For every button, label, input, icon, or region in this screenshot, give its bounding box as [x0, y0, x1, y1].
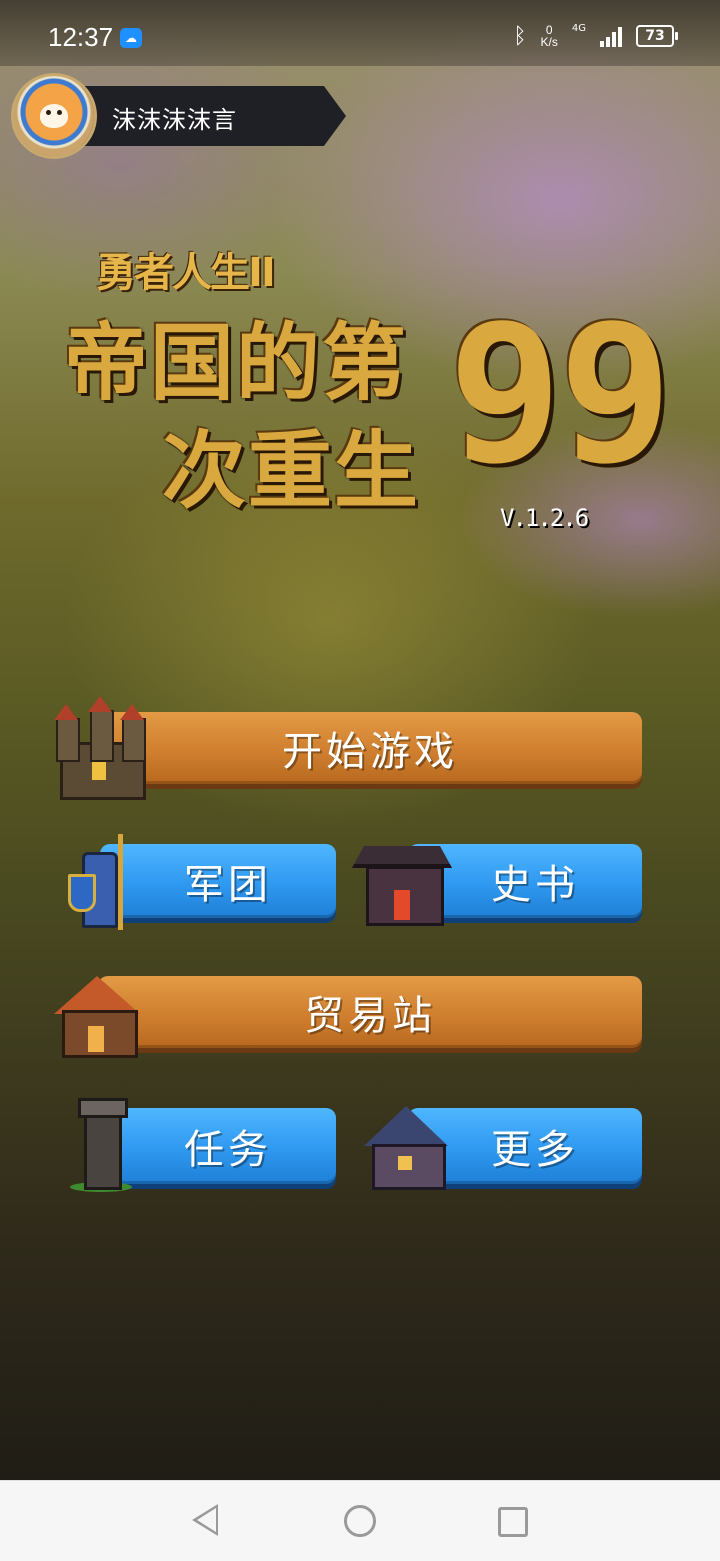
- status-indicators: ᛒ 0 K/s 4G 73: [513, 20, 678, 52]
- legion-button[interactable]: 军团: [100, 844, 336, 918]
- start-game-label: 开始游戏: [282, 729, 458, 775]
- home-icon[interactable]: [344, 1505, 376, 1537]
- battery-icon: 73: [636, 25, 678, 47]
- history-book-label: 史书: [491, 862, 579, 908]
- quest-label: 任务: [184, 1127, 272, 1173]
- game-title-line1: 帝国的第: [64, 314, 409, 412]
- status-bar: 12:37 ☁ ᛒ 0 K/s 4G 73: [0, 0, 720, 66]
- legion-label: 军团: [184, 862, 272, 908]
- barn-icon: [50, 970, 148, 1062]
- shiba-dog-icon: [40, 104, 68, 128]
- game-subtitle: 勇者人生II: [96, 250, 276, 296]
- knight-icon: [68, 834, 130, 934]
- castle-icon: [52, 696, 148, 802]
- bluetooth-icon: ᛒ: [513, 23, 527, 49]
- house-icon: [356, 1102, 456, 1194]
- back-icon[interactable]: [192, 1504, 218, 1536]
- weather-app-icon: ☁: [120, 28, 142, 48]
- signal-icon: [600, 25, 622, 47]
- game-title-number: 99: [448, 284, 673, 505]
- network-speed: 0 K/s: [541, 24, 558, 48]
- network-speed-unit: K/s: [540, 35, 558, 49]
- player-name: 沫沫沫沫言: [112, 106, 237, 134]
- game-title-line2: 次重生: [162, 422, 421, 520]
- network-type: 4G: [571, 22, 586, 34]
- trading-post-label: 贸易站: [304, 993, 436, 1039]
- start-game-button[interactable]: 开始游戏: [98, 712, 642, 784]
- trading-post-button[interactable]: 贸易站: [98, 976, 642, 1048]
- recent-apps-icon[interactable]: [498, 1507, 528, 1537]
- more-label: 更多: [491, 1127, 579, 1173]
- pagoda-icon: [352, 836, 456, 934]
- status-time: 12:37: [48, 22, 114, 52]
- version-label: V.1.2.6: [500, 504, 589, 532]
- quest-button[interactable]: 任务: [100, 1108, 336, 1184]
- watchtower-icon: [70, 1098, 132, 1194]
- avatar[interactable]: [14, 76, 94, 156]
